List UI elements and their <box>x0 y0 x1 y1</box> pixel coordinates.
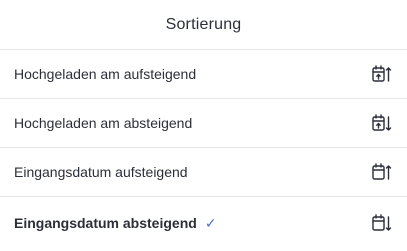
calendar-arrow-down-icon <box>371 214 393 232</box>
sort-option-label: Hochgeladen am aufsteigend <box>14 66 197 82</box>
sort-option-uploaded-asc[interactable]: Hochgeladen am aufsteigend <box>0 50 407 99</box>
sort-option-received-desc[interactable]: Eingangsdatum absteigend ✓ <box>0 197 407 249</box>
checkmark-icon: ✓ <box>204 214 217 231</box>
sort-option-label: Eingangsdatum aufsteigend <box>14 164 188 180</box>
calendar-upload-arrow-down-icon <box>371 114 393 132</box>
sort-title: Sortierung <box>165 15 242 33</box>
sort-header: Sortierung <box>0 0 407 50</box>
sort-option-uploaded-desc[interactable]: Hochgeladen am absteigend <box>0 99 407 148</box>
sort-option-received-asc[interactable]: Eingangsdatum aufsteigend <box>0 148 407 197</box>
sort-option-label: Hochgeladen am absteigend <box>14 115 193 131</box>
sort-sheet: Sortierung Hochgeladen am aufsteigend Ho… <box>0 0 407 251</box>
calendar-arrow-up-icon <box>371 163 393 181</box>
calendar-upload-arrow-up-icon <box>371 65 393 83</box>
sort-option-label: Eingangsdatum absteigend <box>14 215 197 231</box>
